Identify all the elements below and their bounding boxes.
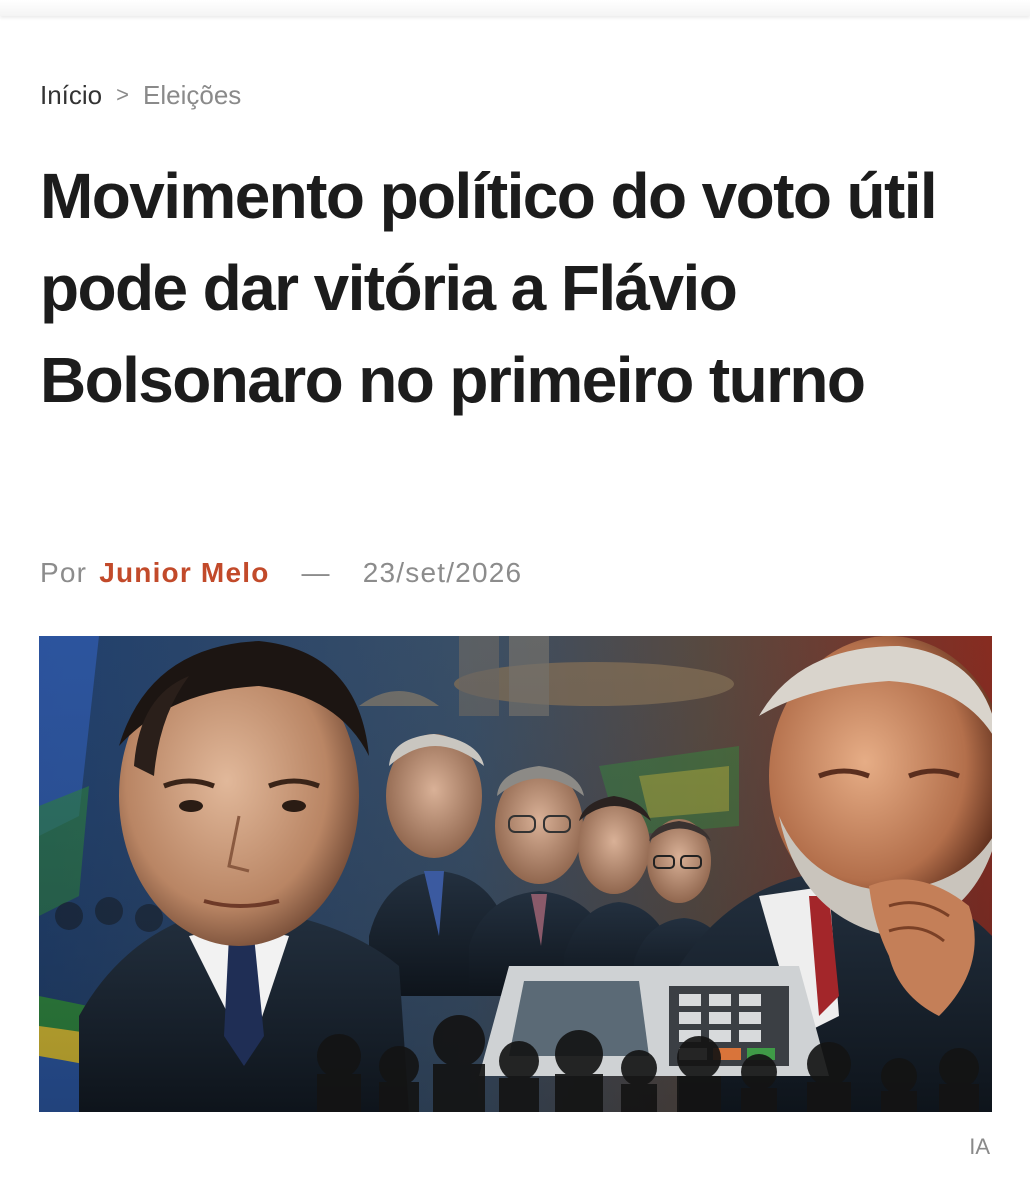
hero-illustration [39, 636, 992, 1112]
author-link[interactable]: Junior Melo [99, 557, 269, 589]
article-byline: Por Junior Melo — 23/set/2026 [40, 555, 522, 591]
byline-prefix: Por [40, 557, 88, 588]
article-hero-image [39, 636, 992, 1112]
breadcrumb-home-link[interactable]: Início [40, 80, 102, 111]
top-bar [0, 0, 1030, 16]
article-headline: Movimento político do voto útil pode dar… [40, 160, 938, 416]
breadcrumb-section-link[interactable]: Eleições [143, 80, 241, 111]
publish-date: 23/set/2026 [362, 557, 523, 588]
breadcrumb: Início > Eleições [40, 78, 241, 112]
image-credit: IA [969, 1134, 990, 1159]
byline-separator: — [301, 557, 331, 588]
chevron-right-icon: > [116, 82, 130, 107]
